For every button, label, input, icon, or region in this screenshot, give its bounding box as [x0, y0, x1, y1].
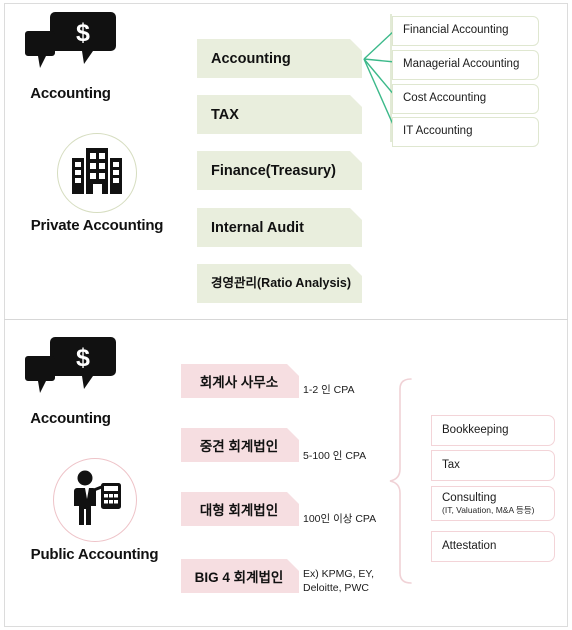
service-box-consulting[interactable]: Consulting (IT, Valuation, M&A 등등) [431, 486, 555, 521]
category-box-accounting[interactable]: Accounting [197, 39, 362, 78]
branch-box-managerial-accounting[interactable]: Managerial Accounting [392, 50, 539, 80]
branch-label: Cost Accounting [403, 92, 487, 105]
accountant-person-calculator-icon [66, 470, 124, 531]
chat-dollar-icon: $ [24, 10, 117, 81]
firm-tier-label: 대형 회계법인 [199, 503, 279, 518]
firm-tier-box-2[interactable]: 중견 회계법인 [181, 428, 299, 462]
firm-tier-note-3: 100인 이상 CPA [303, 513, 377, 525]
chat-dollar-icon: $ [24, 335, 117, 406]
firm-tier-box-1[interactable]: 회계사 사무소 [181, 364, 299, 398]
category-box-finance[interactable]: Finance(Treasury) [197, 151, 362, 190]
branch-label: Managerial Accounting [403, 58, 520, 71]
public-accounting-label: Public Accounting [7, 458, 182, 563]
category-box-internal-audit[interactable]: Internal Audit [197, 208, 362, 247]
bottom-accounting-label: $ Accounting [17, 335, 124, 427]
service-box-bookkeeping[interactable]: Bookkeeping [431, 415, 555, 446]
branch-box-financial-accounting[interactable]: Financial Accounting [392, 16, 539, 46]
service-box-tax[interactable]: Tax [431, 450, 555, 481]
firm-tier-label: BIG 4 회계법인 [194, 570, 284, 585]
branch-box-cost-accounting[interactable]: Cost Accounting [392, 84, 539, 114]
category-label: TAX [211, 106, 239, 123]
firm-tier-box-3[interactable]: 대형 회계법인 [181, 492, 299, 526]
category-label: Accounting [211, 50, 291, 67]
firm-tier-label: 중견 회계법인 [199, 439, 279, 454]
top-accounting-label: $ Accounting [17, 10, 124, 102]
icon-caption: Private Accounting [30, 217, 164, 234]
firm-tier-label: 회계사 사무소 [199, 375, 279, 390]
category-label: 경영관리(Ratio Analysis) [211, 275, 352, 290]
category-label: Internal Audit [211, 219, 304, 236]
svg-text:$: $ [76, 19, 90, 47]
service-title: Attestation [442, 539, 497, 552]
firm-tier-box-4[interactable]: BIG 4 회계법인 [181, 559, 299, 593]
category-box-management[interactable]: 경영관리(Ratio Analysis) [197, 264, 362, 303]
office-buildings-icon [71, 147, 123, 199]
section-divider [4, 319, 568, 320]
infographic-root: $ Accounting Private Accounting Accounti… [0, 0, 572, 630]
service-title: Tax [442, 458, 460, 471]
private-accounting-label: Private Accounting [17, 133, 177, 234]
service-box-attestation[interactable]: Attestation [431, 531, 555, 562]
firm-tier-note-4: Ex) KPMG, EY, Deloitte, PWC [303, 568, 374, 594]
service-title: Consulting [442, 491, 497, 504]
branch-box-it-accounting[interactable]: IT Accounting [392, 117, 539, 147]
firm-tier-note-2: 5-100 인 CPA [303, 450, 367, 462]
category-box-tax[interactable]: TAX [197, 95, 362, 134]
icon-caption: Public Accounting [30, 546, 159, 563]
service-title: Bookkeeping [442, 423, 509, 436]
branch-label: IT Accounting [403, 125, 473, 138]
icon-caption: Accounting [30, 85, 111, 102]
pink-circle [52, 458, 137, 542]
green-circle [57, 133, 137, 213]
firm-tier-note-1: 1-2 인 CPA [303, 384, 355, 396]
icon-caption: Accounting [30, 410, 111, 427]
service-subtitle: (IT, Valuation, M&A 등등) [442, 504, 535, 515]
svg-text:$: $ [76, 344, 90, 372]
category-label: Finance(Treasury) [211, 162, 336, 179]
branch-label: Financial Accounting [403, 24, 509, 37]
